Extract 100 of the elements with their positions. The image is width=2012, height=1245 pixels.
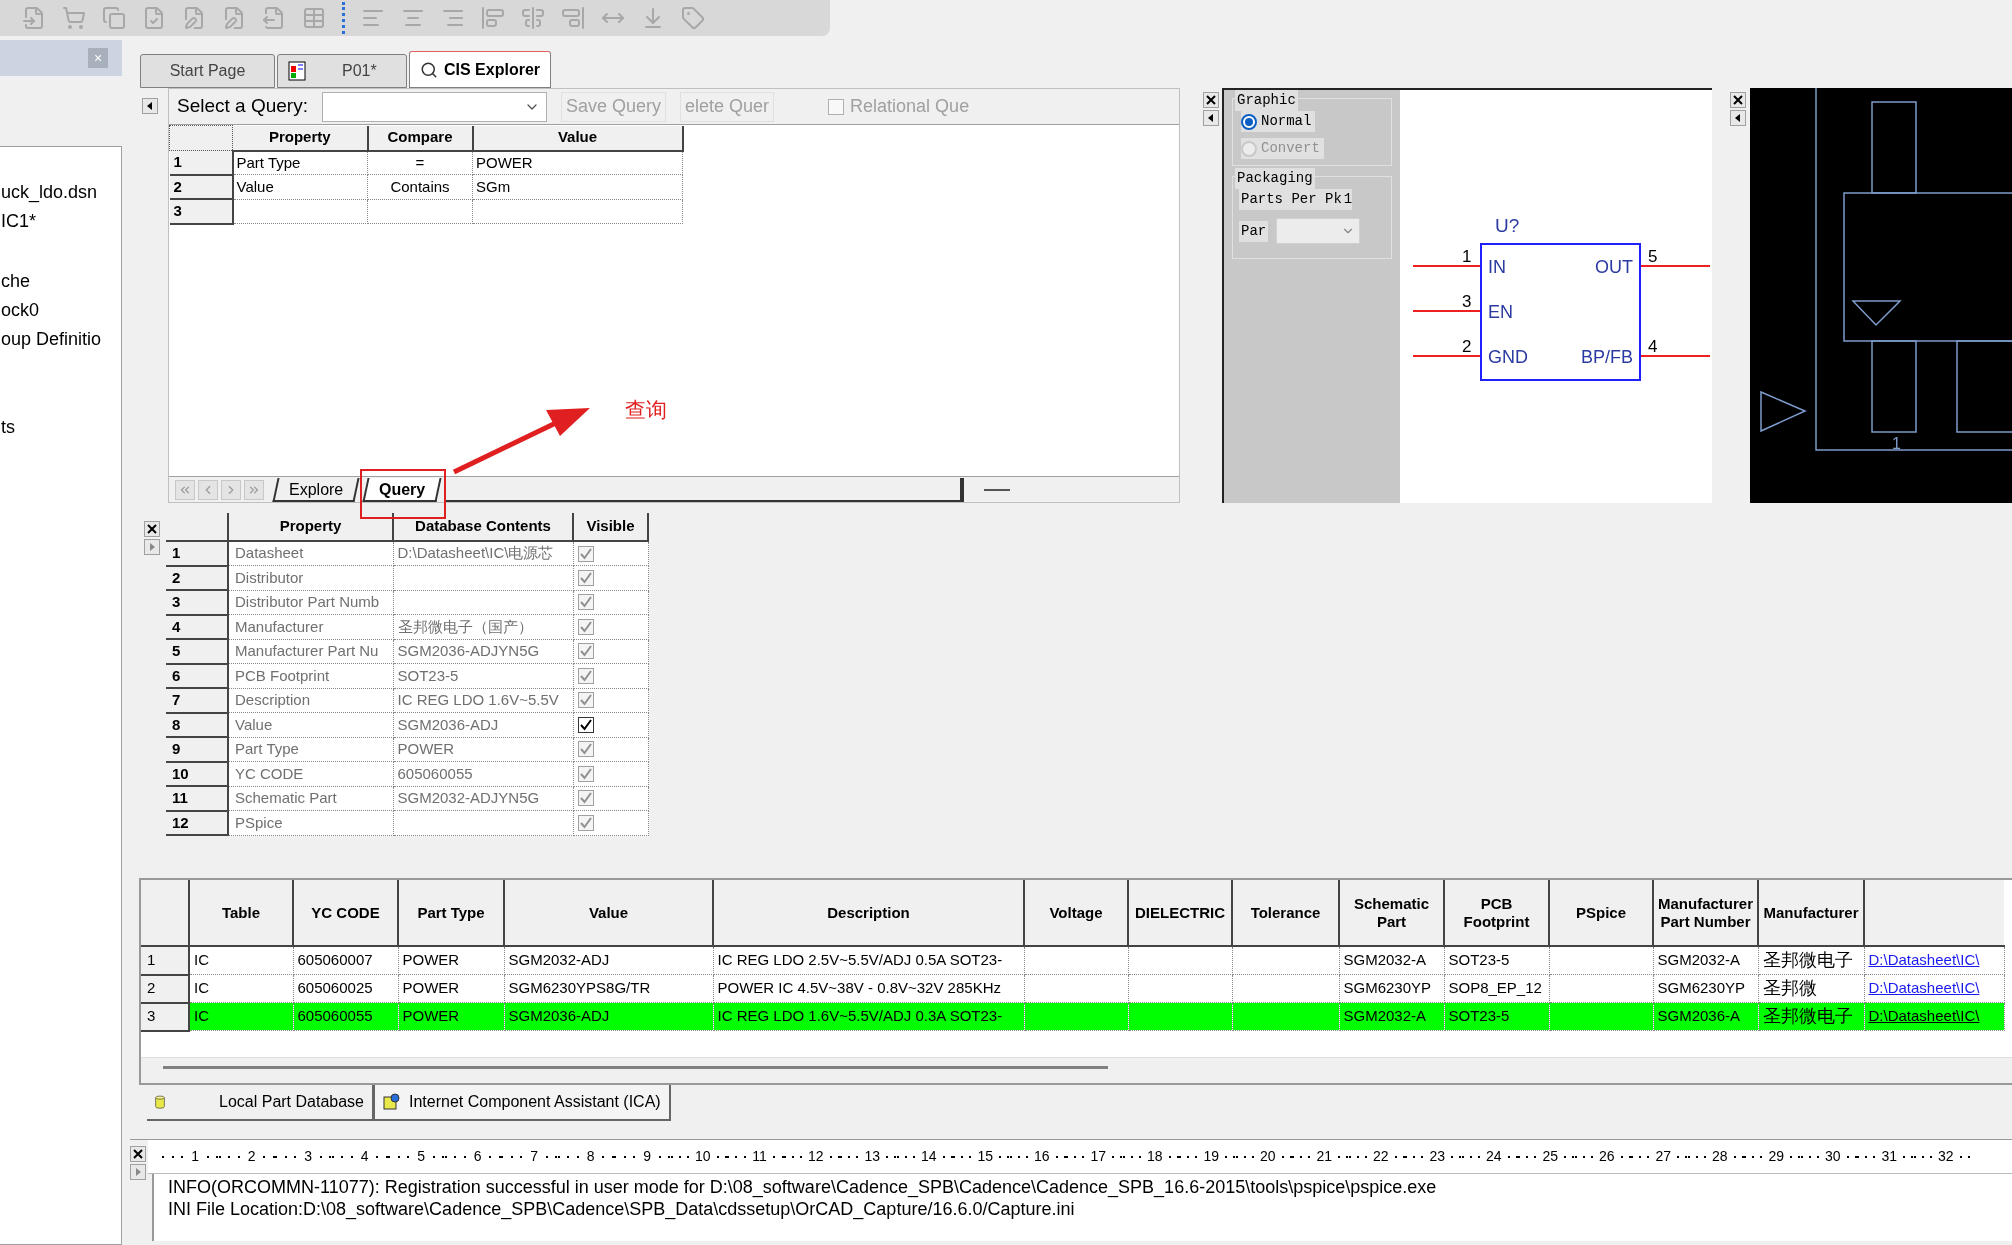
tree-item[interactable]: che: [0, 267, 121, 295]
splitter-handle[interactable]: [983, 488, 1010, 491]
property-name: Part Type: [235, 740, 299, 757]
tree-item[interactable]: oup Definitio: [0, 325, 121, 353]
close-button[interactable]: [1203, 92, 1219, 108]
property-name: Value: [235, 715, 273, 733]
grid-cell: Value: [236, 177, 274, 195]
table-cell: POWER: [402, 979, 460, 997]
pin-number: 4: [1648, 337, 1658, 356]
column-header[interactable]: YC CODE: [293, 880, 398, 946]
column-header[interactable]: Property: [228, 513, 393, 541]
close-button[interactable]: [1729, 92, 1746, 108]
close-button[interactable]: [130, 1146, 146, 1162]
pin-line: [1412, 265, 1481, 267]
column-header[interactable]: Database Contents: [393, 513, 573, 541]
column-header[interactable]: Property: [232, 125, 368, 151]
tab[interactable]: CIS Explorer: [409, 51, 552, 88]
column-header[interactable]: Table: [189, 880, 293, 946]
tab[interactable]: Start Page: [140, 54, 275, 88]
column-header[interactable]: Compare: [367, 125, 473, 151]
ruler-number: 26: [1599, 1147, 1615, 1166]
table-cell: IC: [194, 1007, 209, 1025]
collapse-button[interactable]: [1203, 110, 1219, 126]
first-page-icon[interactable]: [175, 479, 195, 500]
property-name: PCB Footprint: [235, 666, 330, 684]
table-cell: SGM2032-A: [1343, 1007, 1427, 1025]
column-header[interactable]: Schematic Part: [1339, 880, 1444, 946]
cart-icon[interactable]: [62, 6, 86, 30]
ruler-number: 19: [1203, 1147, 1220, 1166]
align-top-icon[interactable]: [481, 6, 505, 30]
align-bottom-icon[interactable]: [561, 6, 585, 30]
pin-number: 5: [1648, 247, 1658, 266]
column-header[interactable]: PSpice: [1549, 880, 1653, 946]
column-header[interactable]: [1864, 880, 2004, 946]
ruler-number: 1: [191, 1147, 199, 1166]
collapse-button[interactable]: [142, 98, 158, 114]
ruler-number: 16: [1034, 1147, 1050, 1166]
row-number: 12: [166, 810, 228, 835]
property-value: SGM2032-ADJYN5G: [397, 789, 540, 806]
collapse-button[interactable]: [1729, 110, 1746, 126]
column-header[interactable]: Description: [713, 880, 1024, 946]
tab[interactable]: P01*: [277, 54, 407, 88]
table-cell: 圣邦微电子: [1762, 950, 1853, 970]
visible-checkbox[interactable]: [577, 716, 594, 733]
column-header[interactable]: Part Type: [398, 880, 504, 946]
table-cell: SGM2036-ADJ: [508, 1007, 610, 1025]
row-number: 11: [166, 786, 228, 811]
column-header[interactable]: Value: [504, 880, 713, 946]
radio-option[interactable]: Normal: [1241, 111, 1316, 132]
tag-icon[interactable]: [681, 6, 705, 30]
tab[interactable]: Local Part Database: [147, 1085, 373, 1121]
property-value: POWER: [397, 740, 455, 757]
row-number: 3: [169, 199, 233, 224]
column-header[interactable]: Manufacturer: [1758, 880, 1864, 946]
group-title: Packaging: [1235, 168, 1315, 189]
triangle-right-icon: [148, 543, 156, 551]
tree-item[interactable]: ts: [0, 413, 121, 441]
column-header[interactable]: Value: [472, 125, 683, 151]
column-header[interactable]: Voltage: [1024, 880, 1128, 946]
file-edit-icon[interactable]: [222, 6, 246, 30]
query-dropdown[interactable]: [321, 91, 547, 122]
table-row[interactable]: 3 IC 605060055 POWER SGM2036-ADJ IC REG LDO 1.6V~5.5V/ADJ 0.3A SOT23- SGM2032-A SOT23-5 SGM2036-A 圣邦微电子 D:\Datasheet\IC\: [141, 1002, 2004, 1031]
pin-name: GND: [1488, 347, 1528, 367]
last-page-icon[interactable]: [244, 479, 264, 500]
property-value: IC REG LDO 1.6V~5.5V: [397, 691, 559, 708]
log-line: INI File Location:D:\08_software\Cadence_SPB\Cadence\SPB_Data\cdssetup\OrCAD_Capture/16.6.0/Capture.ini: [168, 1198, 1076, 1220]
table-row[interactable]: 1 IC 605060007 POWER SGM2032-ADJ IC REG LDO 2.5V~5.5V/ADJ 0.5A SOT23- SGM2032-A SOT23-5 SGM2032-A 圣邦微电子 D:\Datasheet\IC\: [141, 946, 2004, 975]
grid-cell: Part Type: [236, 153, 301, 171]
table-cell: 605060025: [297, 979, 373, 997]
column-header[interactable]: Visible: [573, 513, 648, 541]
tab[interactable]: Internet Component Assistant (ICA): [373, 1085, 671, 1121]
previous-page-icon[interactable]: [198, 479, 218, 500]
table-icon[interactable]: [302, 6, 326, 30]
pin-line: [1640, 355, 1711, 357]
column-header[interactable]: PCB Footprint: [1444, 880, 1549, 946]
file-edit-icon[interactable]: [182, 6, 206, 30]
column-header[interactable]: DIELECTRIC: [1128, 880, 1232, 946]
component-icon: [383, 1093, 401, 1111]
tree-item[interactable]: ock0: [0, 296, 121, 324]
pin-name: EN: [1488, 302, 1513, 322]
next-page-icon[interactable]: [221, 479, 241, 500]
sheet-tab[interactable]: Query: [362, 477, 443, 502]
align-middle-icon[interactable]: [521, 6, 545, 30]
property-value: D:\Datasheet\IC\电源芯: [397, 544, 554, 562]
schematic-file-icon: [288, 61, 306, 81]
grid-cell: SGm: [476, 177, 511, 195]
tree-item[interactable]: uck_ldo.dsn: [0, 178, 121, 206]
close-button[interactable]: [144, 521, 160, 537]
ruler-number: 31: [1881, 1147, 1898, 1166]
table-row[interactable]: 2 IC 605060025 POWER SGM6230YPS8G/TR POWER IC 4.5V~38V - 0.8V~32V 285KHz SGM6230YP SOP8_EP_12 SGM6230YP 圣邦微 D:\Datasheet\IC\: [141, 974, 2004, 1003]
file-export-icon[interactable]: [262, 6, 286, 30]
file-check-icon[interactable]: [142, 6, 166, 30]
sheet-tab[interactable]: Explore: [272, 477, 360, 502]
column-header[interactable]: Tolerance: [1232, 880, 1339, 946]
file-import-icon[interactable]: [22, 6, 46, 30]
ruler-number: 7: [530, 1147, 538, 1166]
horizontal-scrollbar[interactable]: [163, 1065, 1108, 1069]
tree-item[interactable]: IC1*: [0, 207, 121, 235]
column-header[interactable]: Manufacturer Part Number: [1653, 880, 1758, 946]
copy-icon[interactable]: [102, 6, 126, 30]
